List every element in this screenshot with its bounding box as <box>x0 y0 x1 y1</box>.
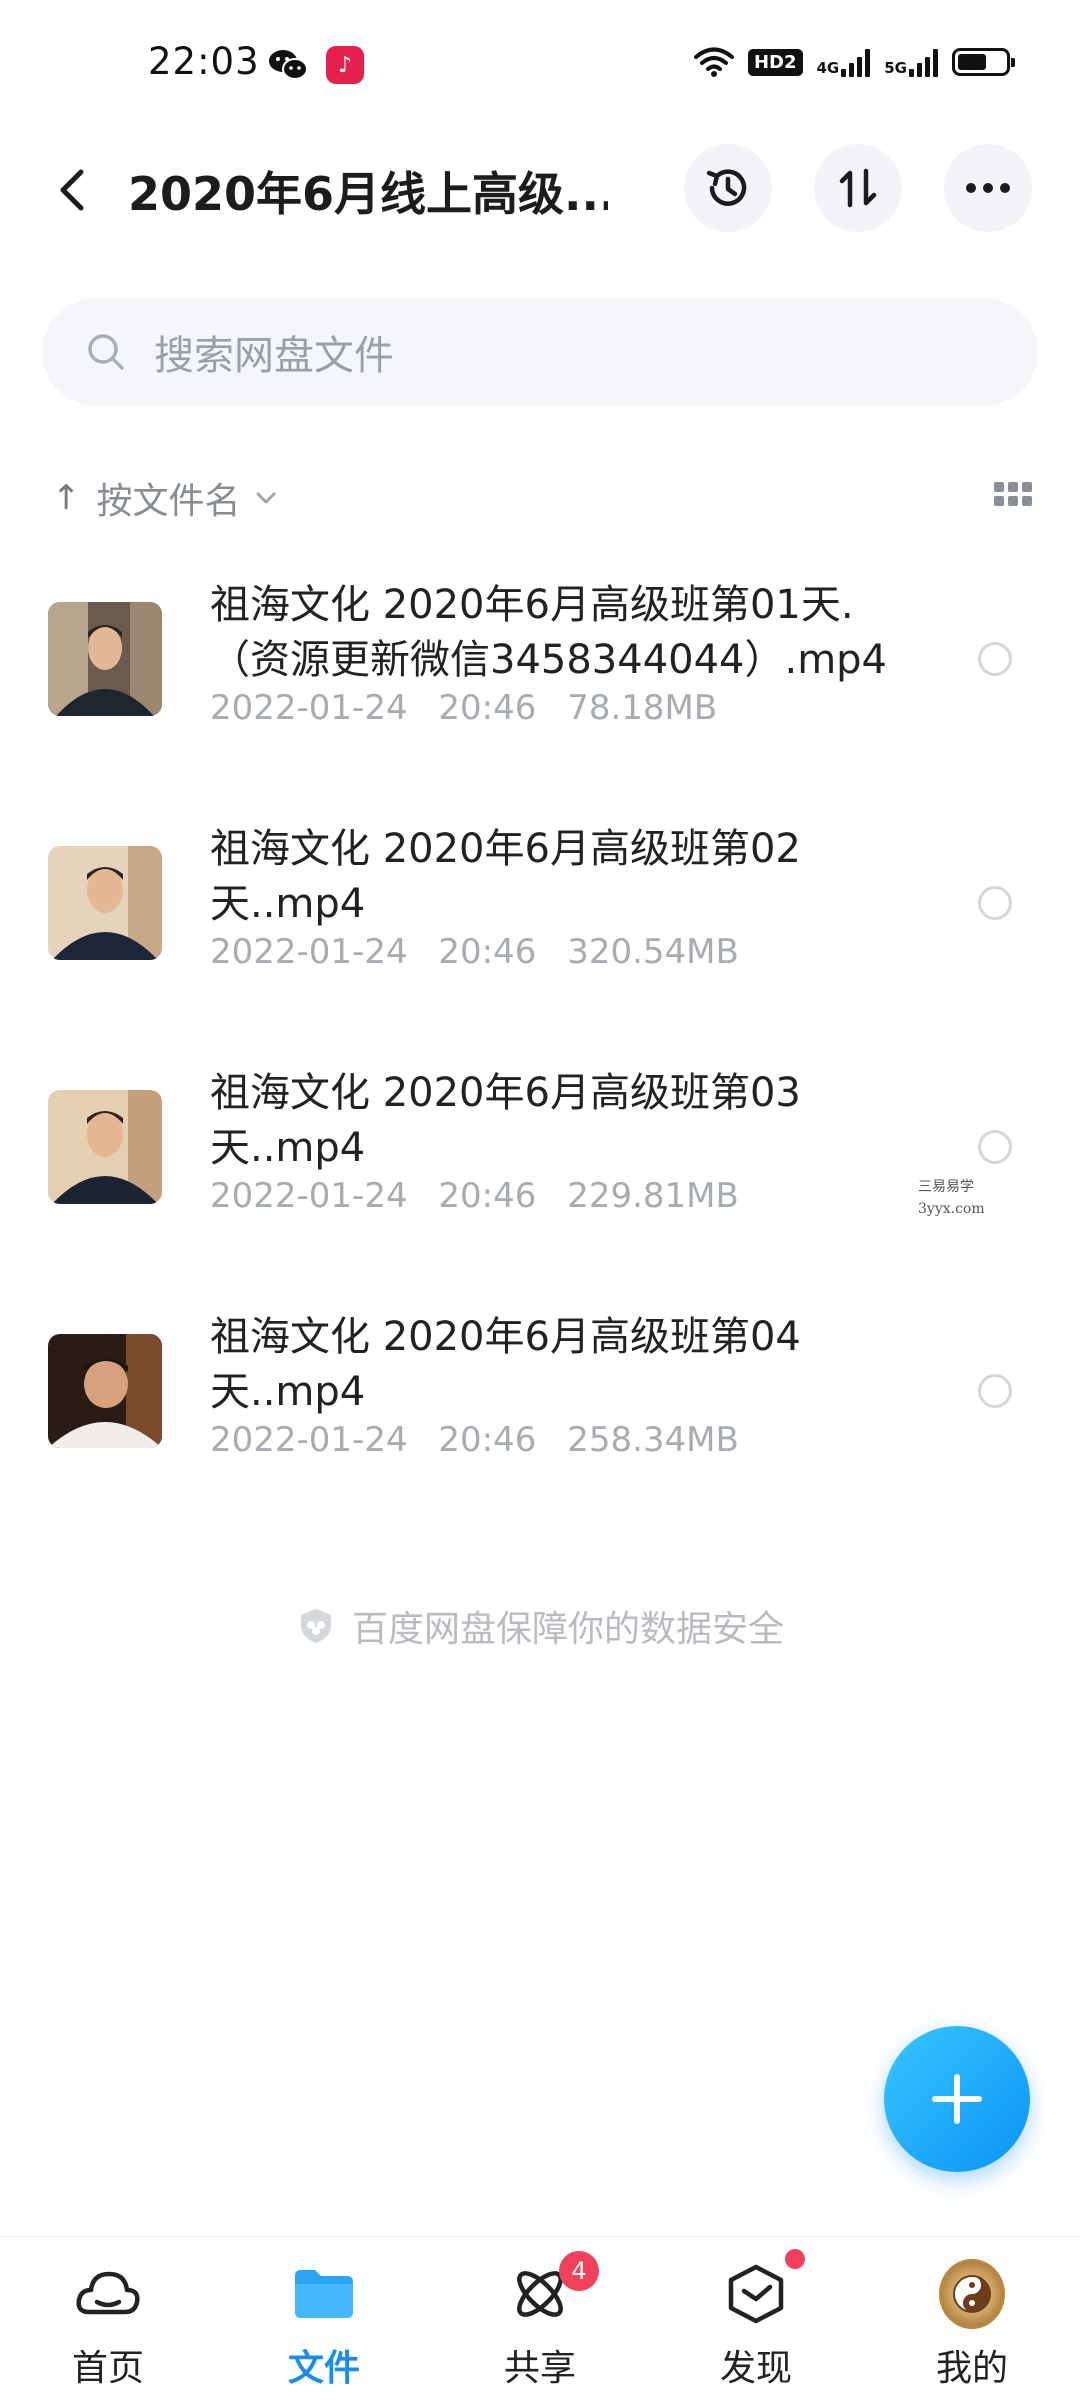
history-icon <box>706 169 747 206</box>
discover-box-icon <box>723 2249 805 2327</box>
file-meta: 2022-01-24 20:46 258.34MB <box>210 1420 739 1460</box>
tiktok-icon: ♪ <box>326 46 364 84</box>
file-name: 祖海文化 2020年6月高级班第02天..mp4 <box>210 826 801 927</box>
search-placeholder: 搜索网盘文件 <box>154 333 394 379</box>
list-item[interactable]: 祖海文化 2020年6月高级班第04天..mp4 2022-01-24 20:4… <box>0 1292 1080 1536</box>
tab-label: 我的 <box>935 2348 1008 2389</box>
file-size: 229.81MB <box>567 1176 739 1216</box>
status-time: 22:03 <box>148 40 260 83</box>
shield-icon <box>300 1609 331 1643</box>
file-time: 20:46 <box>438 1176 537 1216</box>
add-button[interactable] <box>884 2026 1030 2172</box>
tab-share[interactable]: 4 共享 <box>432 2237 648 2400</box>
battery-icon <box>952 48 1015 76</box>
list-item[interactable]: 祖海文化 2020年6月高级班第01天.（资源更新微信3458344044）.m… <box>0 560 1080 804</box>
signal-5g: 5G <box>884 47 938 77</box>
file-time: 20:46 <box>438 932 537 972</box>
network-type-label: 5G <box>884 59 907 77</box>
safety-note-text: 百度网盘保障你的数据安全 <box>351 1609 784 1650</box>
file-name: 祖海文化 2020年6月高级班第04天..mp4 <box>210 1314 801 1415</box>
search-input[interactable]: 搜索网盘文件 <box>42 298 1038 406</box>
file-browser-screen: 22:03 ♪ HD2 4G 5G 2020年6月线上高级... 搜索网盘文件 … <box>0 0 1080 2400</box>
video-thumbnail <box>48 1334 162 1448</box>
tab-label: 首页 <box>71 2348 144 2389</box>
tab-discover[interactable]: 发现 <box>648 2237 864 2400</box>
history-button[interactable] <box>684 144 772 232</box>
sort-transfer-button[interactable] <box>814 144 902 232</box>
video-thumbnail <box>48 602 162 716</box>
file-date: 2022-01-24 <box>210 1420 408 1460</box>
file-date: 2022-01-24 <box>210 688 408 728</box>
file-meta: 2022-01-24 20:46 229.81MB <box>210 1176 739 1216</box>
chevron-left-icon <box>60 169 84 211</box>
file-list: 祖海文化 2020年6月高级班第01天.（资源更新微信3458344044）.m… <box>0 560 1080 1536</box>
video-thumbnail <box>48 846 162 960</box>
hd-voice-badge: HD2 <box>747 48 803 76</box>
page-title: 2020年6月线上高级... <box>128 167 608 221</box>
tab-label: 发现 <box>719 2348 792 2389</box>
status-bar: 22:03 ♪ HD2 4G 5G <box>0 0 1080 130</box>
home-cloud-icon <box>75 2261 141 2327</box>
back-button[interactable] <box>44 162 100 218</box>
file-meta: 2022-01-24 20:46 78.18MB <box>210 688 717 728</box>
share-atom-icon: 4 <box>507 2251 599 2327</box>
safety-note: 百度网盘保障你的数据安全 <box>0 1600 1080 1652</box>
sort-dropdown[interactable]: 按文件名 <box>97 472 241 524</box>
status-indicators: HD2 4G 5G <box>693 46 1015 78</box>
tab-label: 文件 <box>287 2348 360 2389</box>
file-name: 祖海文化 2020年6月高级班第03天..mp4 <box>210 1070 801 1171</box>
sort-transfer-icon <box>839 168 877 208</box>
signal-4g: 4G <box>817 47 871 77</box>
tab-label: 共享 <box>503 2348 576 2389</box>
header: 2020年6月线上高级... <box>0 140 1080 240</box>
search-icon <box>88 334 124 370</box>
select-checkbox[interactable] <box>978 886 1012 920</box>
wechat-icon <box>269 50 308 80</box>
plus-icon <box>932 2074 982 2124</box>
file-date: 2022-01-24 <box>210 932 408 972</box>
video-thumbnail <box>48 1090 162 1204</box>
list-item[interactable]: 祖海文化 2020年6月高级班第02天..mp4 2022-01-24 20:4… <box>0 804 1080 1048</box>
file-date: 2022-01-24 <box>210 1176 408 1216</box>
avatar-icon <box>939 2259 1005 2329</box>
select-checkbox[interactable] <box>978 1374 1012 1408</box>
status-app-icons: ♪ <box>268 46 364 84</box>
signal-bars-icon <box>909 47 938 77</box>
sort-direction-icon[interactable]: ↑ <box>52 478 81 518</box>
wifi-icon <box>693 47 734 77</box>
file-meta: 2022-01-24 20:46 320.54MB <box>210 932 739 972</box>
tab-home[interactable]: 首页 <box>0 2237 216 2400</box>
tab-profile[interactable]: 我的 <box>864 2237 1080 2400</box>
network-type-label: 4G <box>816 59 840 77</box>
bottom-tab-bar: 首页 文件 4 共享 发现 我的 <box>0 2236 1080 2400</box>
list-item[interactable]: 祖海文化 2020年6月高级班第03天..mp4 2022-01-24 20:4… <box>0 1048 1080 1292</box>
more-icon <box>966 183 1010 193</box>
chevron-down-icon[interactable] <box>255 491 277 505</box>
sort-row: ↑ 按文件名 <box>52 470 1032 526</box>
file-size: 320.54MB <box>567 932 739 972</box>
avatar <box>939 2259 1005 2329</box>
file-size: 78.18MB <box>567 688 718 728</box>
file-name: 祖海文化 2020年6月高级班第01天.（资源更新微信3458344044）.m… <box>210 582 888 683</box>
grid-view-icon[interactable] <box>994 482 1032 506</box>
file-time: 20:46 <box>438 1420 537 1460</box>
notification-dot <box>785 2249 805 2269</box>
signal-bars-icon <box>841 47 871 77</box>
tab-files[interactable]: 文件 <box>216 2237 432 2400</box>
select-checkbox[interactable] <box>978 1130 1012 1164</box>
file-size: 258.34MB <box>567 1420 739 1460</box>
watermark-line: 3yyx.com <box>918 1201 985 1217</box>
watermark-line: 三易易学 <box>918 1179 974 1195</box>
watermark: 三易易学 3yyx.com <box>918 1176 985 1220</box>
file-time: 20:46 <box>438 688 537 728</box>
select-checkbox[interactable] <box>978 642 1012 676</box>
folder-icon <box>291 2261 357 2327</box>
more-button[interactable] <box>944 144 1032 232</box>
notification-badge: 4 <box>559 2251 599 2291</box>
